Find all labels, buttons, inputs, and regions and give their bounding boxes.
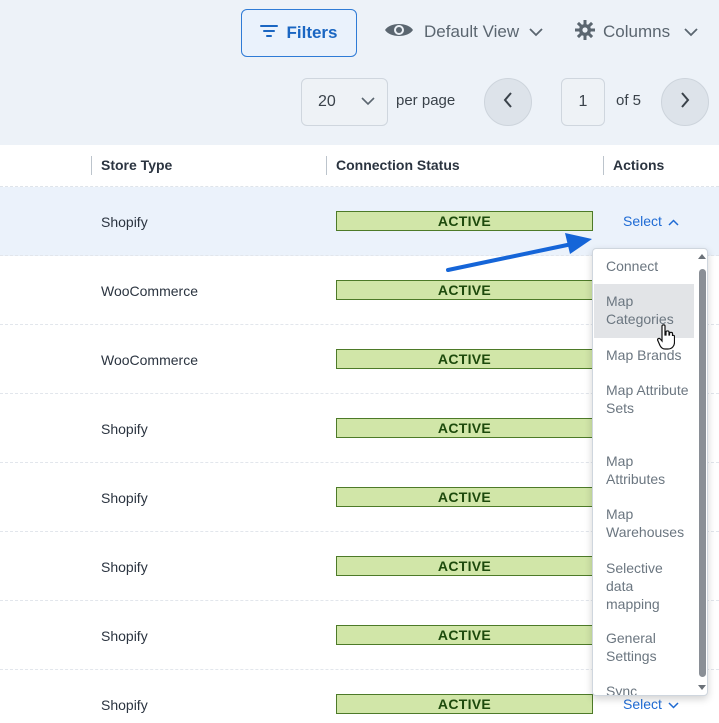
menu-item-general-settings[interactable]: General Settings: [594, 629, 694, 665]
status-badge: ACTIVE: [336, 625, 593, 645]
status-badge: ACTIVE: [336, 694, 593, 714]
chevron-down-icon: [668, 696, 679, 712]
store-type-cell: WooCommerce: [101, 352, 198, 368]
scroll-up-arrow-icon[interactable]: [698, 254, 706, 259]
menu-item-map-brands[interactable]: Map Brands: [594, 346, 694, 364]
columns-label: Columns: [603, 22, 671, 41]
status-badge: ACTIVE: [336, 349, 593, 369]
store-type-cell: Shopify: [101, 628, 148, 644]
column-divider[interactable]: [326, 156, 327, 175]
actions-select[interactable]: Select: [623, 696, 679, 712]
filters-button[interactable]: Filters: [241, 9, 357, 57]
filter-lines-icon: [260, 23, 279, 44]
store-type-cell: Shopify: [101, 559, 148, 575]
status-badge: ACTIVE: [336, 418, 593, 438]
view-label: Default View: [424, 22, 520, 41]
actions-select[interactable]: Select: [623, 213, 679, 229]
chevron-down-icon: [361, 93, 375, 111]
column-divider[interactable]: [603, 156, 604, 175]
per-page-label: per page: [396, 92, 456, 109]
table-row[interactable]: Shopify ACTIVE Select: [0, 187, 719, 256]
status-badge: ACTIVE: [336, 280, 593, 300]
scrollbar-thumb[interactable]: [699, 269, 706, 677]
menu-item-map-attributes[interactable]: Map Attributes: [594, 452, 694, 488]
filters-label: Filters: [286, 23, 338, 42]
table-header: Store Type Connection Status Actions: [0, 145, 719, 187]
store-type-cell: Shopify: [101, 697, 148, 713]
store-type-cell: WooCommerce: [101, 283, 198, 299]
chevron-down-icon: [529, 22, 543, 42]
menu-item-sync[interactable]: Sync: [594, 682, 694, 695]
dropdown-scrollbar[interactable]: [697, 253, 707, 693]
chevron-left-icon: [503, 91, 513, 113]
columns-selector[interactable]: Columns: [575, 18, 698, 46]
per-page-value: 20: [318, 93, 336, 110]
store-type-cell: Shopify: [101, 214, 148, 230]
select-label: Select: [623, 213, 662, 229]
eye-icon: [384, 20, 414, 45]
column-header-store-type[interactable]: Store Type: [101, 157, 172, 173]
menu-item-selective-data-mapping[interactable]: Selective data mapping: [594, 559, 694, 613]
column-divider[interactable]: [91, 156, 92, 175]
chevron-up-icon: [668, 213, 679, 229]
chevron-right-icon: [680, 91, 690, 113]
status-badge: ACTIVE: [336, 487, 593, 507]
next-page-button[interactable]: [661, 78, 709, 126]
total-pages-label: of 5: [616, 92, 642, 109]
view-selector[interactable]: Default View: [384, 18, 543, 46]
previous-page-button[interactable]: [484, 78, 532, 126]
page-number-input[interactable]: 1: [561, 78, 605, 126]
menu-item-map-categories[interactable]: Map Categories: [594, 284, 694, 338]
status-badge: ACTIVE: [336, 556, 593, 576]
actions-dropdown-menu: Connect Map Categories Map Brands Map At…: [592, 248, 708, 696]
gear-icon: [575, 19, 595, 45]
scroll-down-arrow-icon[interactable]: [698, 685, 706, 690]
menu-item-map-attribute-sets[interactable]: Map Attribute Sets: [594, 381, 694, 417]
menu-item-connect[interactable]: Connect: [594, 257, 694, 275]
hand-cursor-icon: [657, 324, 676, 355]
store-type-cell: Shopify: [101, 490, 148, 506]
chevron-down-icon: [684, 22, 698, 42]
column-header-actions: Actions: [613, 157, 665, 173]
menu-item-map-warehouses[interactable]: Map Warehouses: [594, 505, 694, 541]
store-type-cell: Shopify: [101, 421, 148, 437]
column-header-connection-status[interactable]: Connection Status: [336, 157, 460, 173]
per-page-select[interactable]: 20: [301, 78, 388, 126]
select-label: Select: [623, 696, 662, 712]
status-badge: ACTIVE: [336, 211, 593, 231]
